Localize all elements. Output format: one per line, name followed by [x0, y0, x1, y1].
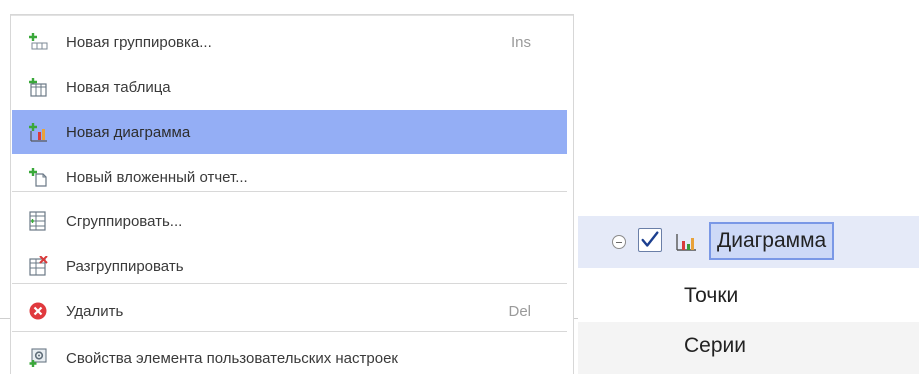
menu-separator [12, 331, 567, 332]
tree-label-editor[interactable]: Диаграмма [709, 222, 835, 260]
menu-item-delete[interactable]: Удалить Del [12, 289, 567, 333]
menu-item-shortcut: Ins [510, 33, 531, 51]
menu-item-label: Удалить [66, 302, 124, 320]
collapse-icon[interactable] [612, 235, 626, 249]
menu-item-new-chart[interactable]: Новая диаграмма [12, 110, 567, 154]
menu-item-user-settings-properties[interactable]: Свойства элемента пользовательских настр… [12, 336, 567, 374]
tree-row-chart[interactable]: Диаграмма [578, 216, 919, 268]
menu-top-border [11, 15, 573, 16]
checkmark-icon [641, 231, 659, 247]
menu-item-label: Свойства элемента пользовательских настр… [66, 349, 398, 367]
new-nested-report-icon [29, 168, 47, 187]
ungroup-icon [29, 256, 48, 276]
user-settings-properties-icon [29, 348, 47, 367]
tree-row-points[interactable]: Точки [578, 272, 919, 324]
menu-item-shortcut: Del [508, 302, 531, 320]
menu-item-label: Сгруппировать... [66, 212, 183, 230]
context-menu: Новая группировка... Ins Новая таблица Н… [10, 14, 574, 374]
tree-label-series: Серии [684, 334, 746, 357]
chart-icon [676, 234, 696, 251]
menu-item-group[interactable]: Сгруппировать... [12, 199, 567, 243]
checkbox[interactable] [638, 228, 662, 252]
delete-icon [29, 302, 47, 320]
tree-row-series[interactable]: Серии [578, 322, 919, 374]
new-grouping-icon [29, 33, 48, 50]
menu-item-label: Новая диаграмма [66, 123, 191, 141]
tree-label-chart: Диаграмма [717, 229, 827, 252]
menu-item-label: Новый вложенный отчет... [66, 168, 248, 186]
menu-item-ungroup[interactable]: Разгруппировать [12, 244, 567, 288]
tree-label-points: Точки [684, 284, 739, 307]
menu-item-new-nested-report[interactable]: Новый вложенный отчет... [12, 155, 567, 199]
menu-item-new-grouping[interactable]: Новая группировка... Ins [12, 20, 567, 64]
menu-separator [12, 283, 567, 284]
group-icon [29, 211, 46, 231]
menu-item-label: Разгруппировать [66, 257, 184, 275]
menu-item-label: Новая группировка... [66, 33, 212, 51]
menu-item-label: Новая таблица [66, 78, 171, 96]
new-table-icon [29, 78, 47, 97]
new-chart-icon [29, 123, 47, 142]
menu-separator [12, 191, 567, 192]
background-divider [0, 318, 10, 319]
menu-item-new-table[interactable]: Новая таблица [12, 65, 567, 109]
